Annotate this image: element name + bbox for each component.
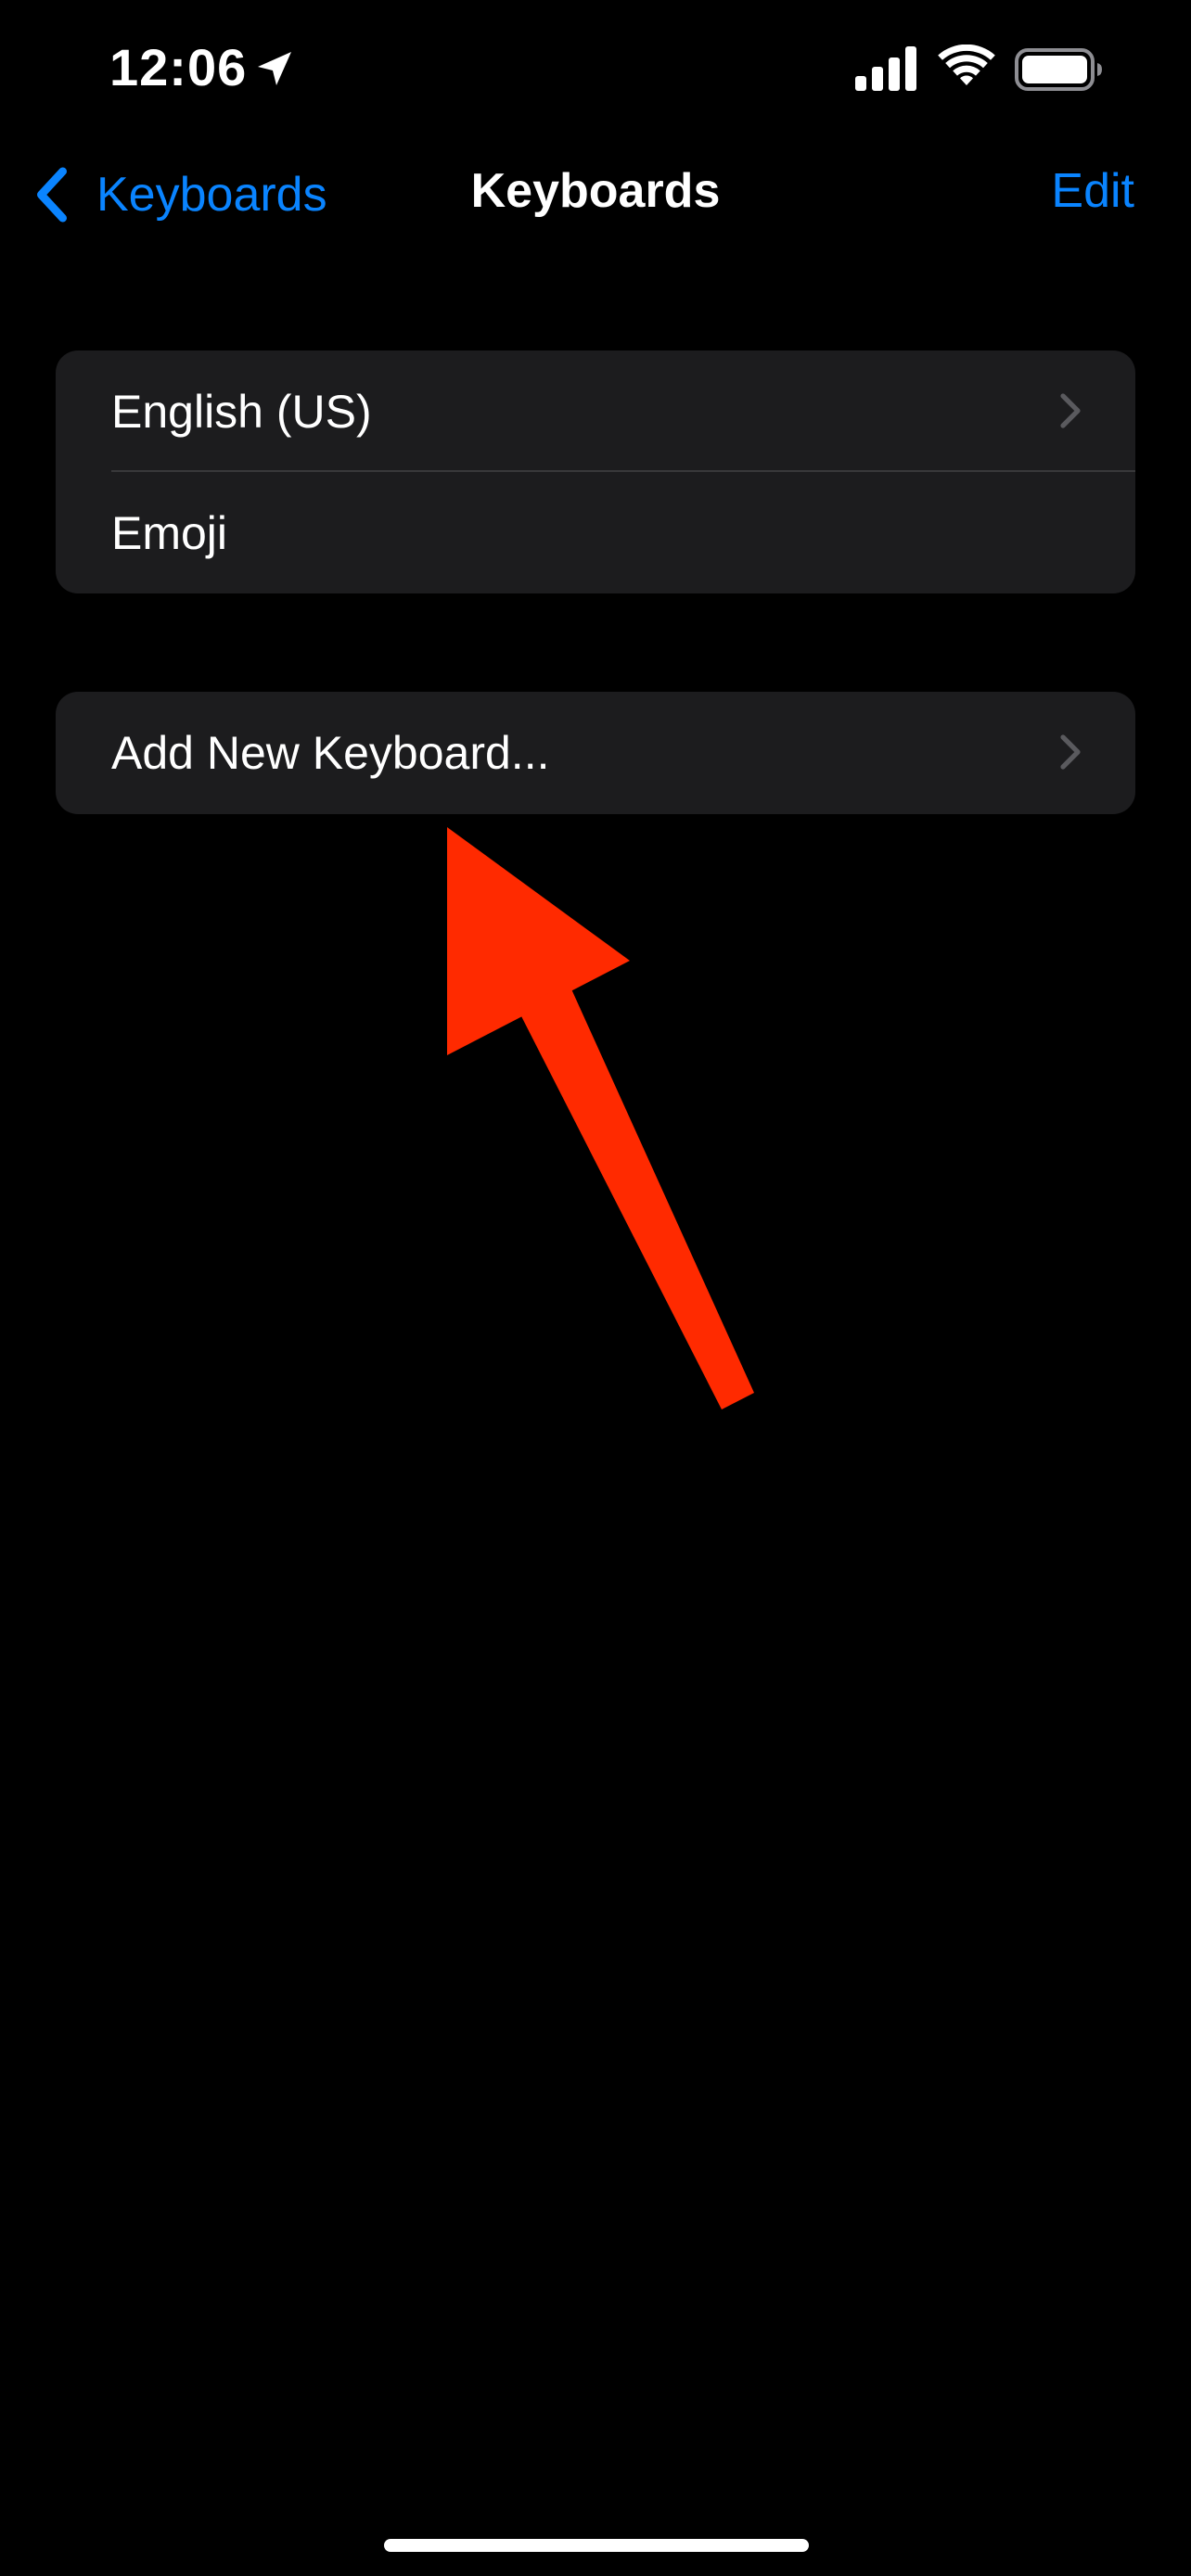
add-new-keyboard-label: Add New Keyboard... bbox=[111, 726, 550, 779]
keyboard-row-emoji[interactable]: Emoji bbox=[56, 472, 1135, 593]
add-keyboard-group: Add New Keyboard... bbox=[56, 692, 1135, 814]
page-title: Keyboards bbox=[470, 164, 721, 218]
keyboard-row-label: Emoji bbox=[111, 506, 228, 559]
chevron-right-icon bbox=[1060, 393, 1081, 428]
cellular-signal-icon bbox=[855, 46, 916, 91]
status-time: 12:06 bbox=[109, 38, 248, 96]
edit-button[interactable]: Edit bbox=[1051, 163, 1134, 219]
add-new-keyboard-button[interactable]: Add New Keyboard... bbox=[56, 692, 1135, 813]
home-indicator[interactable] bbox=[384, 2539, 809, 2552]
status-bar: 12:06 bbox=[0, 0, 1191, 139]
annotation-arrow-icon bbox=[447, 827, 754, 1409]
keyboard-row-label: English (US) bbox=[111, 385, 372, 438]
keyboard-row-english-us[interactable]: English (US) bbox=[56, 351, 1135, 472]
chevron-right-icon bbox=[1060, 734, 1081, 770]
location-arrow-icon bbox=[258, 52, 291, 85]
battery-icon bbox=[1015, 48, 1102, 91]
navigation-bar: Keyboards Keyboards Edit bbox=[0, 139, 1191, 250]
wifi-icon bbox=[938, 45, 995, 85]
keyboards-list: English (US) Emoji bbox=[56, 351, 1135, 593]
